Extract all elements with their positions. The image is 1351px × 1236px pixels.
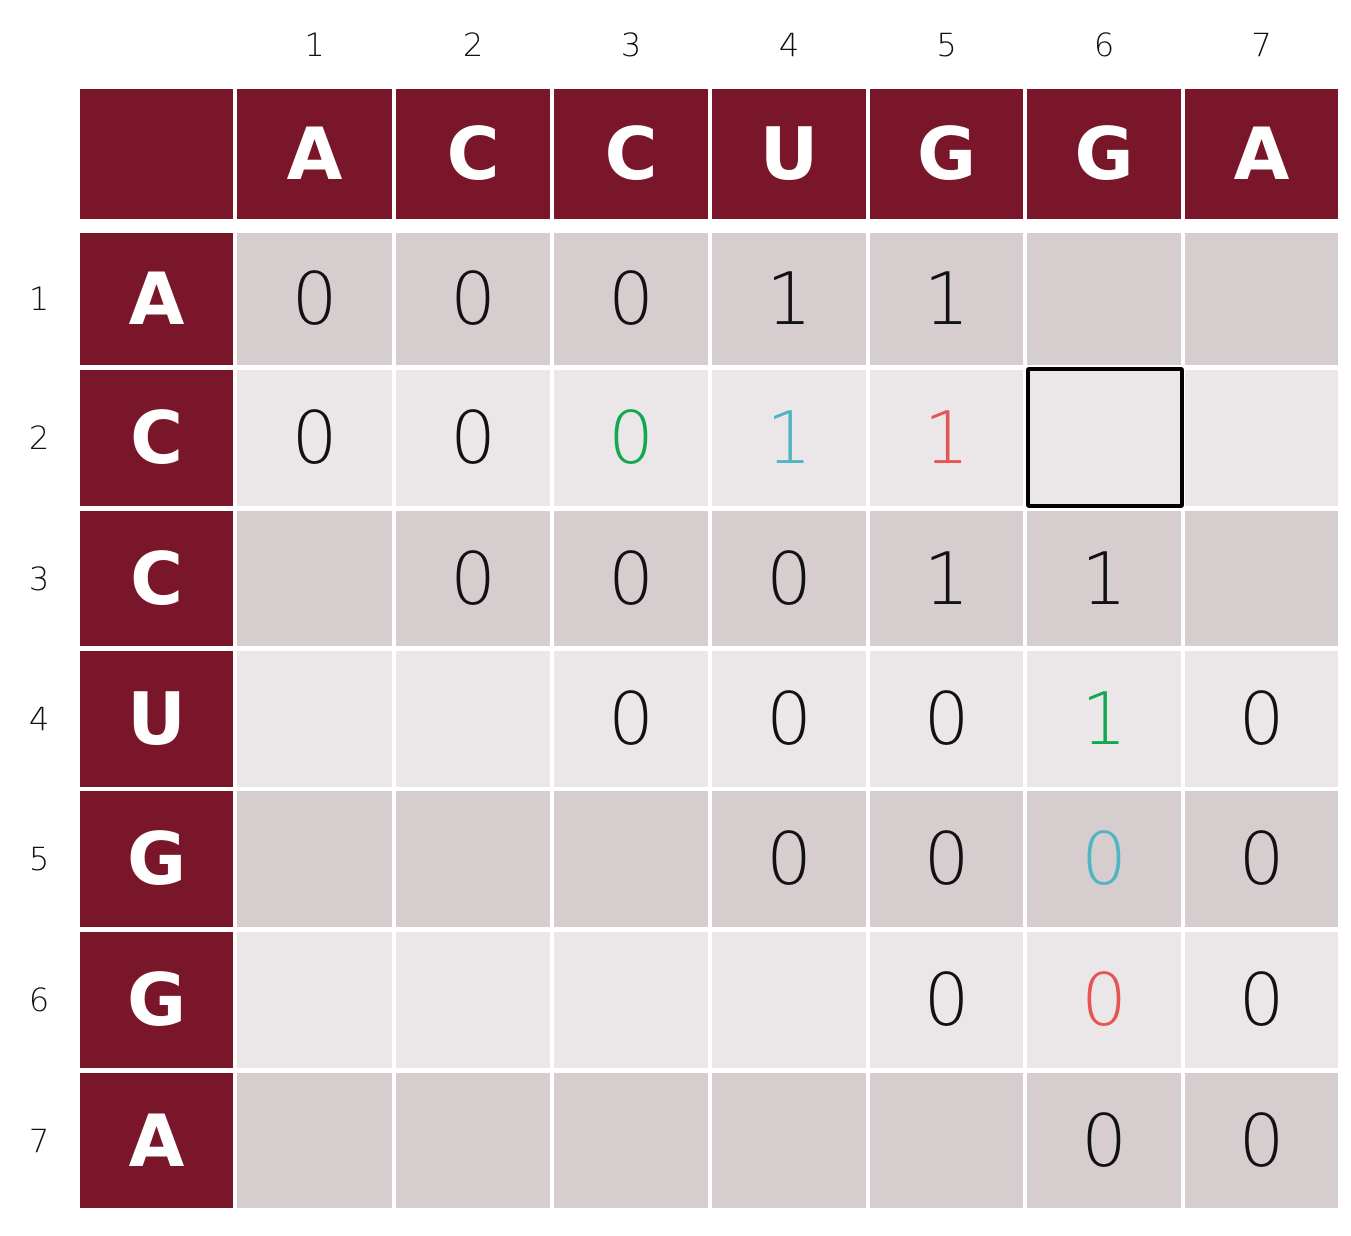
row-nucleotide-header: C	[80, 511, 233, 646]
column-nucleotide-header: G	[1027, 89, 1181, 219]
column-nucleotide-header: U	[712, 89, 866, 219]
matrix-cell	[712, 1073, 866, 1208]
column-nucleotide-header: A	[1185, 89, 1338, 219]
matrix-cell: 1	[870, 370, 1023, 506]
matrix-cell	[1185, 233, 1338, 365]
row-nucleotide-header: G	[80, 932, 233, 1068]
column-nucleotide-header: A	[237, 89, 392, 219]
matrix-cell	[554, 1073, 708, 1208]
matrix-cell: 1	[870, 511, 1023, 646]
column-index-label: 4	[778, 26, 800, 64]
row-nucleotide-header: A	[80, 233, 233, 365]
matrix-cell: 0	[396, 370, 550, 506]
matrix-cell: 1	[1027, 651, 1181, 787]
matrix-cell	[396, 791, 550, 927]
matrix-cell: 0	[1027, 791, 1181, 927]
column-index-label: 5	[936, 26, 957, 64]
matrix-cell	[1027, 233, 1181, 365]
row-nucleotide-header: G	[80, 791, 233, 927]
matrix-cell: 0	[1185, 651, 1338, 787]
matrix-cell	[237, 932, 392, 1068]
current-cell-highlight-box	[1026, 367, 1184, 508]
matrix-cell: 0	[396, 511, 550, 646]
row-index-label: 3	[28, 559, 50, 598]
matrix-cell: 0	[237, 233, 392, 365]
matrix-cell: 1	[712, 233, 866, 365]
matrix-cell	[237, 511, 392, 646]
matrix-cell	[1185, 511, 1338, 646]
row-nucleotide-header: A	[80, 1073, 233, 1208]
matrix-cell	[237, 1073, 392, 1208]
column-nucleotide-header: C	[396, 89, 550, 219]
column-index-label: 2	[462, 26, 484, 64]
header-corner	[80, 89, 233, 219]
matrix-cell	[237, 791, 392, 927]
column-nucleotide-header: C	[554, 89, 708, 219]
column-index-label: 3	[620, 26, 642, 64]
matrix-cell	[396, 932, 550, 1068]
matrix-cell: 0	[1185, 932, 1338, 1068]
column-nucleotide-header: G	[870, 89, 1023, 219]
matrix-cell: 1	[712, 370, 866, 506]
column-index-label: 6	[1093, 26, 1115, 64]
row-index-label: 5	[28, 840, 50, 878]
matrix-cell: 0	[554, 651, 708, 787]
row-index-label: 2	[28, 419, 50, 457]
matrix-cell: 0	[870, 651, 1023, 787]
matrix-cell	[1185, 370, 1338, 506]
column-index-label: 1	[304, 26, 325, 64]
matrix-cell: 0	[554, 370, 708, 506]
matrix-cell: 0	[712, 651, 866, 787]
matrix-cell	[396, 1073, 550, 1208]
row-nucleotide-header: U	[80, 651, 233, 787]
row-index-label: 7	[28, 1121, 50, 1160]
matrix-cell	[237, 651, 392, 787]
matrix-cell: 0	[1027, 932, 1181, 1068]
matrix-cell: 0	[554, 233, 708, 365]
matrix-cell: 0	[1185, 791, 1338, 927]
matrix-cell	[712, 932, 866, 1068]
dp-matrix-diagram: 1234567ACCUGGA1234567ACCUGGA000110001100…	[0, 0, 1351, 1236]
matrix-cell: 0	[1185, 1073, 1338, 1208]
matrix-cell	[396, 651, 550, 787]
matrix-cell	[870, 1073, 1023, 1208]
matrix-cell: 0	[712, 511, 866, 646]
matrix-cell: 0	[237, 370, 392, 506]
matrix-cell: 0	[1027, 1073, 1181, 1208]
column-index-label: 7	[1251, 26, 1272, 64]
matrix-cell: 0	[554, 511, 708, 646]
matrix-cell	[554, 932, 708, 1068]
row-index-label: 1	[28, 280, 50, 318]
row-index-label: 4	[28, 700, 50, 738]
matrix-cell	[554, 791, 708, 927]
row-nucleotide-header: C	[80, 370, 233, 506]
matrix-cell: 0	[712, 791, 866, 927]
matrix-cell: 0	[870, 791, 1023, 927]
row-index-label: 6	[28, 981, 50, 1019]
matrix-cell: 0	[870, 932, 1023, 1068]
matrix-cell: 0	[396, 233, 550, 365]
matrix-cell: 1	[1027, 511, 1181, 646]
matrix-cell: 1	[870, 233, 1023, 365]
